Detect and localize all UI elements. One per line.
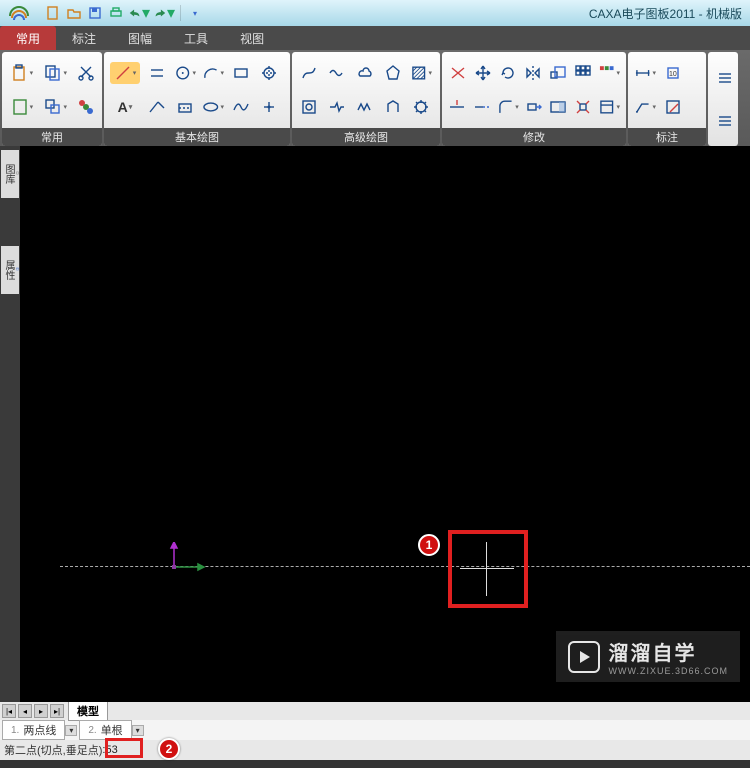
tab-nav-first[interactable]: |◂ (2, 704, 16, 718)
hole-tool[interactable] (382, 96, 404, 118)
move-tool[interactable] (473, 62, 492, 84)
tab-shitu[interactable]: 视图 (224, 26, 280, 50)
dropdown-arrow-icon: ▾ (142, 3, 150, 23)
text-tool[interactable]: A▾ (110, 96, 140, 118)
watermark: 溜溜自学 WWW.ZIXUE.3D66.COM (556, 631, 740, 682)
qat-save-icon[interactable] (86, 4, 104, 22)
model-tab[interactable]: 模型 (68, 701, 108, 721)
overflow-bottom[interactable] (714, 110, 736, 132)
tangent-arc-tool[interactable] (174, 96, 196, 118)
erase-tool[interactable] (448, 62, 467, 84)
paste-button[interactable]: ▾ (8, 62, 36, 84)
break-line-tool[interactable] (326, 96, 348, 118)
qat-redo-icon[interactable]: ▾ (153, 4, 175, 22)
dropdown-arrow-icon: ▾ (167, 3, 175, 23)
side-tab-library[interactable]: 图库 (1, 150, 19, 198)
format-painter-button[interactable] (76, 96, 96, 118)
tab-nav-last[interactable]: ▸| (50, 704, 64, 718)
app-logo[interactable] (0, 0, 38, 26)
clipboard-button[interactable]: ▾ (8, 96, 36, 118)
tab-nav-next[interactable]: ▸ (34, 704, 48, 718)
gear-tool[interactable] (410, 96, 432, 118)
scale-tool[interactable] (548, 62, 567, 84)
option-single[interactable]: 2. 单根 (79, 720, 131, 740)
ucs-icon (164, 542, 214, 592)
point-tool[interactable] (258, 96, 280, 118)
panel-label-jibenhuitu: 基本绘图 (104, 128, 290, 146)
block-tool[interactable] (298, 96, 320, 118)
arc-tool[interactable]: ▾ (202, 62, 224, 84)
hatch-tool[interactable]: ▾ (410, 62, 432, 84)
polyline-tool[interactable] (146, 96, 168, 118)
select-button[interactable]: ▾ (42, 96, 70, 118)
tab-tufu[interactable]: 图幅 (112, 26, 168, 50)
command-prompt: 第二点(切点,垂足点) (4, 742, 102, 758)
annotation-badge-1: 1 (418, 534, 440, 556)
annotation-badge-2: 2 (158, 738, 180, 760)
panel-label-biaozhu: 标注 (628, 128, 706, 146)
centerline-tool[interactable] (258, 62, 280, 84)
overflow-top[interactable] (714, 67, 736, 89)
spline2-tool[interactable] (298, 62, 320, 84)
dim-edit-tool[interactable] (662, 96, 684, 118)
qat-open-icon[interactable] (65, 4, 83, 22)
annotation-highlight-2 (105, 738, 143, 758)
dim-linear-tool[interactable]: ▾ (634, 62, 656, 84)
tab-changyong[interactable]: 常用 (0, 26, 56, 50)
cloud-tool[interactable] (354, 62, 376, 84)
array-tool[interactable] (573, 62, 592, 84)
side-tab-properties[interactable]: 属性 (1, 246, 19, 294)
tab-biaozhu[interactable]: 标注 (56, 26, 112, 50)
play-icon (568, 641, 600, 673)
circle-tool[interactable]: ▾ (174, 62, 196, 84)
option-2-dropdown[interactable]: ▾ (132, 725, 144, 736)
wave-tool[interactable] (326, 62, 348, 84)
panel-label-changyong: 常用 (2, 128, 102, 146)
option-1-dropdown[interactable]: ▾ (65, 725, 77, 736)
offset-tool[interactable]: ▾ (598, 62, 620, 84)
qat-customize-icon[interactable]: ▾ (186, 4, 204, 22)
break-tool[interactable] (549, 96, 567, 118)
qat-new-icon[interactable] (44, 4, 62, 22)
ellipse-tool[interactable]: ▾ (202, 96, 224, 118)
polygon-tool[interactable] (382, 62, 404, 84)
trim-tool[interactable] (448, 96, 466, 118)
tab-gongju[interactable]: 工具 (168, 26, 224, 50)
option-two-point-line[interactable]: 1. 两点线 (2, 720, 65, 740)
panel-label-gaojihuitu: 高级绘图 (292, 128, 440, 146)
explode-tool[interactable] (574, 96, 592, 118)
svg-text:10: 10 (669, 71, 677, 78)
panel-label-xiugai: 修改 (442, 128, 626, 146)
mirror-tool[interactable] (523, 62, 542, 84)
extend-tool[interactable] (472, 96, 490, 118)
zigzag-tool[interactable] (354, 96, 376, 118)
spline-tool[interactable] (230, 96, 252, 118)
properties-tool[interactable]: ▾ (598, 96, 620, 118)
annotation-highlight-1 (448, 530, 528, 608)
dim-leader-tool[interactable]: ▾ (634, 96, 656, 118)
cut-button[interactable] (76, 62, 96, 84)
qat-print-icon[interactable] (107, 4, 125, 22)
rotate-tool[interactable] (498, 62, 517, 84)
qat-undo-icon[interactable]: ▾ (128, 4, 150, 22)
fillet-tool[interactable]: ▾ (497, 96, 519, 118)
drawing-canvas[interactable]: 图库 属性 1 溜溜自学 WWW.ZIXUE.3D66.COM (0, 146, 750, 702)
stretch-tool[interactable] (525, 96, 543, 118)
tab-nav-prev[interactable]: ◂ (18, 704, 32, 718)
rect-tool[interactable] (230, 62, 252, 84)
parallel-line-tool[interactable] (146, 62, 168, 84)
line-tool[interactable]: ▾ (110, 62, 140, 84)
dim-coord-tool[interactable]: 10 (662, 62, 684, 84)
window-title: CAXA电子图板2011 - 机械版 (589, 5, 746, 22)
copy-button[interactable]: ▾ (42, 62, 70, 84)
